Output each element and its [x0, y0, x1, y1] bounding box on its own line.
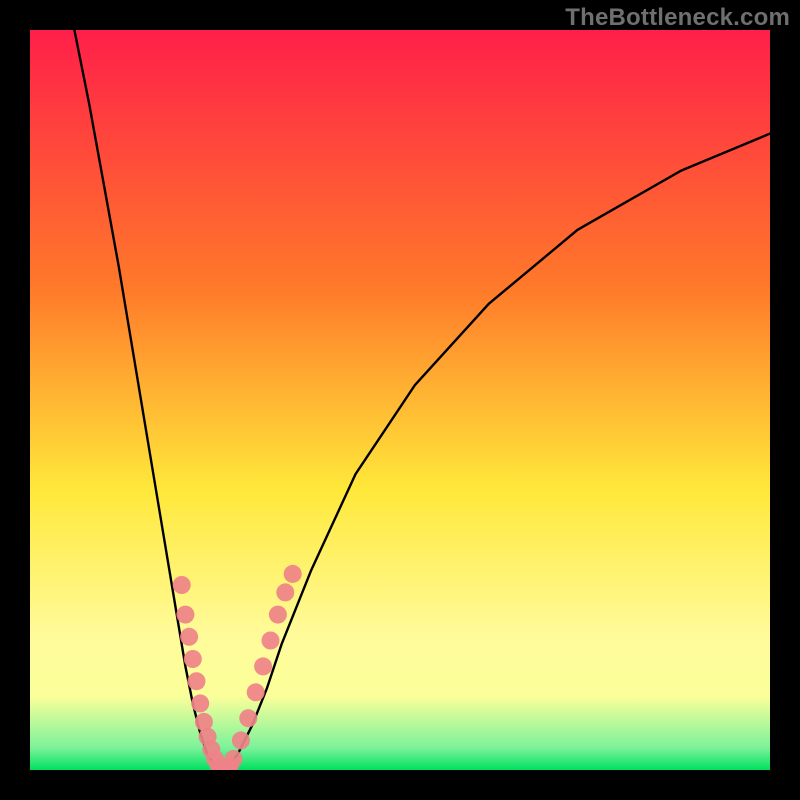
curve-right-branch [222, 134, 770, 770]
data-marker [180, 628, 198, 646]
data-marker [284, 565, 302, 583]
chart-stage: TheBottleneck.com [0, 0, 800, 800]
data-marker [225, 750, 243, 768]
data-marker [254, 657, 272, 675]
data-marker [239, 709, 257, 727]
data-marker [176, 606, 194, 624]
data-marker [188, 672, 206, 690]
data-marker [262, 632, 280, 650]
data-marker [247, 683, 265, 701]
data-markers [173, 565, 302, 770]
data-marker [269, 606, 287, 624]
data-marker [173, 576, 191, 594]
curve-layer [30, 30, 770, 770]
data-marker [232, 731, 250, 749]
plot-area [30, 30, 770, 770]
data-marker [184, 650, 202, 668]
data-marker [191, 694, 209, 712]
data-marker [276, 583, 294, 601]
watermark-text: TheBottleneck.com [565, 4, 790, 32]
